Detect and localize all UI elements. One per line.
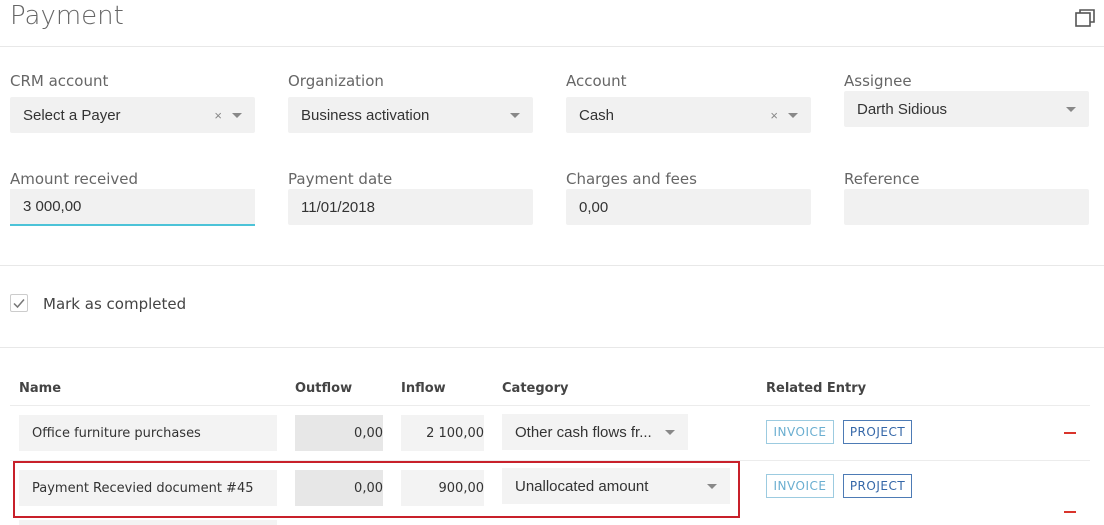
amount-received-label: Amount received (10, 170, 139, 188)
amount-received-input[interactable]: 3 000,00 (10, 189, 255, 226)
chevron-down-icon (788, 112, 798, 118)
chevron-down-icon (510, 112, 520, 118)
reference-input[interactable] (844, 189, 1089, 225)
charges-fees-value: 0,00 (579, 198, 609, 216)
chevron-down-icon (665, 429, 675, 435)
column-header-outflow: Outflow (295, 381, 353, 396)
column-header-related-entry: Related Entry (766, 381, 867, 396)
organization-label: Organization (288, 72, 384, 90)
account-label: Account (566, 72, 627, 90)
mark-completed-label[interactable]: Mark as completed (43, 295, 186, 313)
account-value: Cash (579, 106, 615, 124)
payment-date-value: 11/01/2018 (301, 198, 375, 216)
highlight-box (13, 461, 740, 518)
amount-received-value: 3 000,00 (23, 198, 82, 215)
header-divider (0, 46, 1104, 47)
charges-fees-label: Charges and fees (566, 170, 697, 188)
invoice-button[interactable]: INVOICE (766, 420, 834, 444)
payment-date-label: Payment date (288, 170, 393, 188)
project-button[interactable]: PROJECT (843, 474, 912, 498)
account-clear-icon[interactable]: × (770, 108, 778, 123)
row-outflow-input[interactable]: 0,00 (295, 415, 383, 451)
charges-fees-input[interactable]: 0,00 (566, 189, 811, 225)
row-name-input[interactable]: Office furniture purchases (19, 415, 277, 451)
assignee-select[interactable]: Darth Sidious (844, 91, 1089, 127)
project-button[interactable]: PROJECT (843, 420, 912, 444)
assignee-label: Assignee (844, 72, 912, 90)
remove-row-icon[interactable] (1064, 432, 1076, 434)
payment-date-input[interactable]: 11/01/2018 (288, 189, 533, 225)
invoice-button[interactable]: INVOICE (766, 474, 834, 498)
assignee-value: Darth Sidious (857, 100, 948, 118)
mark-completed-checkbox[interactable] (10, 294, 28, 312)
organization-value: Business activation (301, 106, 430, 124)
crm-account-select[interactable]: Select a Payer × (10, 97, 255, 133)
column-header-name: Name (19, 381, 62, 396)
chevron-down-icon (1066, 106, 1076, 112)
crm-account-value: Select a Payer (23, 106, 121, 124)
section-divider (0, 265, 1104, 266)
account-select[interactable]: Cash × (566, 97, 811, 133)
reference-label: Reference (844, 170, 920, 188)
table-header-divider (10, 405, 1090, 406)
row-inflow-input[interactable]: 2 100,00 (401, 415, 484, 451)
row-category-value: Other cash flows fr... (515, 423, 652, 441)
remove-row-icon[interactable] (1064, 511, 1076, 513)
crm-account-clear-icon[interactable]: × (214, 108, 222, 123)
organization-select[interactable]: Business activation (288, 97, 533, 133)
maximize-icon[interactable] (1074, 8, 1096, 28)
row-category-select[interactable]: Other cash flows fr... (502, 414, 688, 450)
page-title: Payment (10, 1, 124, 31)
chevron-down-icon (232, 112, 242, 118)
checkmark-icon (13, 299, 25, 309)
column-header-inflow: Inflow (401, 381, 446, 396)
crm-account-label: CRM account (10, 72, 109, 90)
column-header-category: Category (502, 381, 569, 396)
section-divider (0, 347, 1104, 348)
next-row-name-input[interactable] (19, 520, 277, 525)
